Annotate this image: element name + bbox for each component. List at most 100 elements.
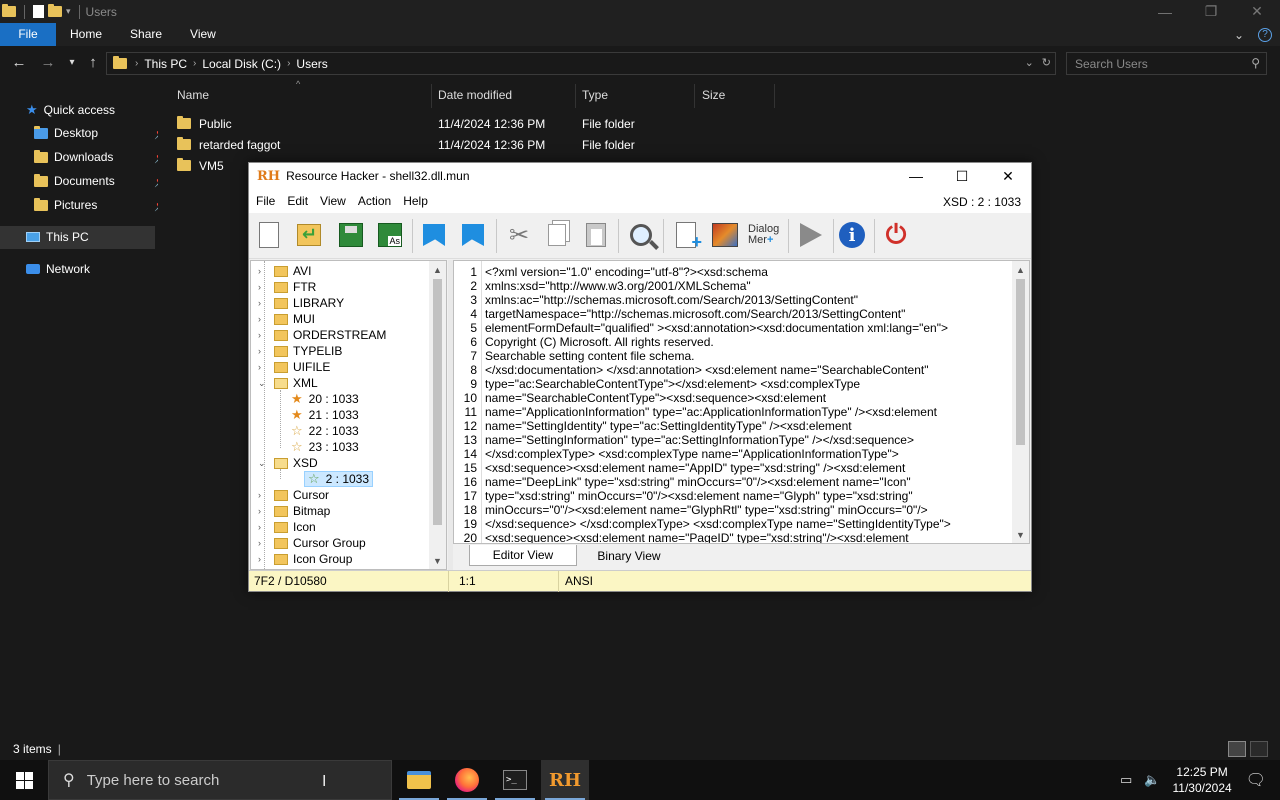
collapse-icon[interactable]: ⌄	[258, 458, 268, 469]
tree-scrollbar[interactable]: ▲ ▼	[429, 261, 446, 569]
start-button[interactable]	[0, 760, 48, 800]
new-folder-icon[interactable]	[48, 4, 62, 17]
restore-button[interactable]: ❐	[1188, 0, 1234, 23]
close-button[interactable]: ✕	[1234, 0, 1280, 23]
minimize-button[interactable]: —	[893, 163, 939, 189]
expand-icon[interactable]: ›	[258, 554, 268, 564]
compile-button[interactable]	[795, 219, 827, 251]
expand-icon[interactable]: ›	[258, 538, 268, 548]
tree-node-xml[interactable]: ⌄ XML	[258, 375, 318, 391]
expand-icon[interactable]: ›	[258, 346, 268, 356]
tree-node-xml-22[interactable]: ☆ 22 : 1033	[291, 423, 359, 439]
notification-icon[interactable]: 🗨	[1246, 770, 1266, 790]
column-type[interactable]: Type	[582, 82, 608, 108]
tab-view[interactable]: View	[176, 23, 230, 46]
taskbar-firefox[interactable]	[443, 760, 491, 800]
menu-edit[interactable]: Edit	[281, 194, 314, 208]
back-icon[interactable]: ←	[9, 54, 29, 71]
chevron-right-icon[interactable]: ›	[135, 58, 138, 69]
scroll-thumb[interactable]	[433, 279, 442, 525]
expand-icon[interactable]: ›	[258, 330, 268, 340]
nav-documents[interactable]: Documents 📌	[34, 173, 174, 188]
tree-node-xsd[interactable]: ⌄ XSD	[258, 455, 318, 471]
menu-view[interactable]: View	[314, 194, 352, 208]
tree-node-cursor-group[interactable]: › Cursor Group	[258, 535, 366, 551]
breadcrumb-this-pc[interactable]: This PC	[144, 57, 187, 71]
dialog-merge-button[interactable]: Dialog Mer+	[747, 219, 785, 251]
help-icon[interactable]: ?	[1258, 27, 1272, 42]
address-bar[interactable]: › This PC › Local Disk (C:) › Users ⌄ ↻	[106, 52, 1056, 75]
scroll-down-icon[interactable]: ▼	[1012, 526, 1029, 543]
menu-action[interactable]: Action	[352, 194, 397, 208]
scroll-down-icon[interactable]: ▼	[429, 552, 446, 569]
tree-node-xsd-2-selected[interactable]: ☆ 2 : 1033	[304, 471, 374, 487]
scroll-up-icon[interactable]: ▲	[1012, 261, 1029, 278]
export-button[interactable]	[457, 219, 489, 251]
forward-icon[interactable]: →	[38, 54, 58, 71]
save-button[interactable]	[335, 219, 367, 251]
nav-pictures[interactable]: Pictures 📌	[34, 197, 174, 212]
details-view-button[interactable]	[1228, 741, 1246, 757]
menu-file[interactable]: File	[249, 194, 281, 208]
tree-node-library[interactable]: › LIBRARY	[258, 295, 344, 311]
tree-node-uifile[interactable]: › UIFILE	[258, 359, 330, 375]
open-file-button[interactable]	[293, 219, 325, 251]
taskbar-file-explorer[interactable]	[395, 760, 443, 800]
network-tray-icon[interactable]: ▭	[1120, 772, 1132, 788]
expand-icon[interactable]: ›	[258, 362, 268, 372]
taskbar-terminal[interactable]: >_	[491, 760, 539, 800]
nav-network[interactable]: Network	[26, 262, 90, 276]
expand-icon[interactable]: ›	[258, 506, 268, 516]
expand-icon[interactable]: ›	[258, 490, 268, 500]
tab-editor-view[interactable]: Editor View	[469, 545, 577, 566]
exit-button[interactable]: ⏻	[880, 219, 912, 251]
chevron-right-icon[interactable]: ›	[287, 58, 290, 69]
nav-downloads[interactable]: Downloads 📌	[34, 149, 174, 164]
properties-icon[interactable]	[33, 5, 44, 18]
up-icon[interactable]: ↑	[83, 54, 103, 71]
column-name[interactable]: Name	[177, 82, 209, 108]
recent-locations-icon[interactable]: ▾	[62, 57, 82, 68]
copy-button[interactable]	[541, 219, 573, 251]
add-image-button[interactable]	[709, 219, 741, 251]
breadcrumb-local-disk[interactable]: Local Disk (C:)	[202, 57, 281, 71]
tree-node-xml-21[interactable]: ★ 21 : 1033	[291, 407, 359, 423]
tree-node-icon[interactable]: › Icon	[258, 519, 316, 535]
paste-button[interactable]	[580, 219, 612, 251]
expand-icon[interactable]: ›	[258, 314, 268, 324]
collapse-icon[interactable]: ⌄	[258, 378, 268, 389]
maximize-button[interactable]: ☐	[939, 163, 985, 189]
add-resource-button[interactable]	[670, 219, 702, 253]
tree-node-avi[interactable]: › AVI	[258, 263, 311, 279]
nav-this-pc[interactable]: This PC	[26, 230, 89, 244]
tree-node-ftr[interactable]: › FTR	[258, 279, 316, 295]
chevron-right-icon[interactable]: ›	[193, 58, 196, 69]
new-file-button[interactable]	[253, 219, 285, 251]
expand-icon[interactable]: ›	[258, 282, 268, 292]
expand-ribbon-icon[interactable]: ⌄	[1234, 28, 1244, 42]
volume-muted-icon[interactable]: 🔈	[1144, 772, 1160, 788]
customize-toolbar-icon[interactable]: ▾	[66, 6, 71, 17]
menu-help[interactable]: Help	[397, 194, 434, 208]
expand-icon[interactable]: ›	[258, 266, 268, 276]
nav-quick-access[interactable]: ★ Quick access	[26, 102, 115, 118]
tree-node-mui[interactable]: › MUI	[258, 311, 315, 327]
expand-icon[interactable]: ›	[258, 298, 268, 308]
scroll-up-icon[interactable]: ▲	[429, 261, 446, 278]
tree-node-bitmap[interactable]: › Bitmap	[258, 503, 330, 519]
tab-file[interactable]: File	[0, 23, 56, 46]
large-icons-view-button[interactable]	[1250, 741, 1268, 757]
column-divider[interactable]	[774, 84, 775, 108]
clock[interactable]: 12:25 PM 11/30/2024	[1173, 764, 1232, 796]
tab-binary-view[interactable]: Binary View	[581, 545, 677, 566]
column-divider[interactable]	[431, 84, 432, 108]
tree-node-xml-23[interactable]: ☆ 23 : 1033	[291, 439, 359, 455]
tree-node-typelib[interactable]: › TYPELIB	[258, 343, 342, 359]
tab-home[interactable]: Home	[56, 23, 116, 46]
column-date-modified[interactable]: Date modified	[438, 82, 512, 108]
expand-icon[interactable]: ›	[258, 522, 268, 532]
find-button[interactable]	[625, 219, 657, 251]
resource-tree[interactable]: › AVI › FTR › LIBRARY › MUI › ORDERSTREAM › TY…	[250, 260, 447, 570]
refresh-icon[interactable]: ↻	[1042, 56, 1051, 69]
column-divider[interactable]	[694, 84, 695, 108]
